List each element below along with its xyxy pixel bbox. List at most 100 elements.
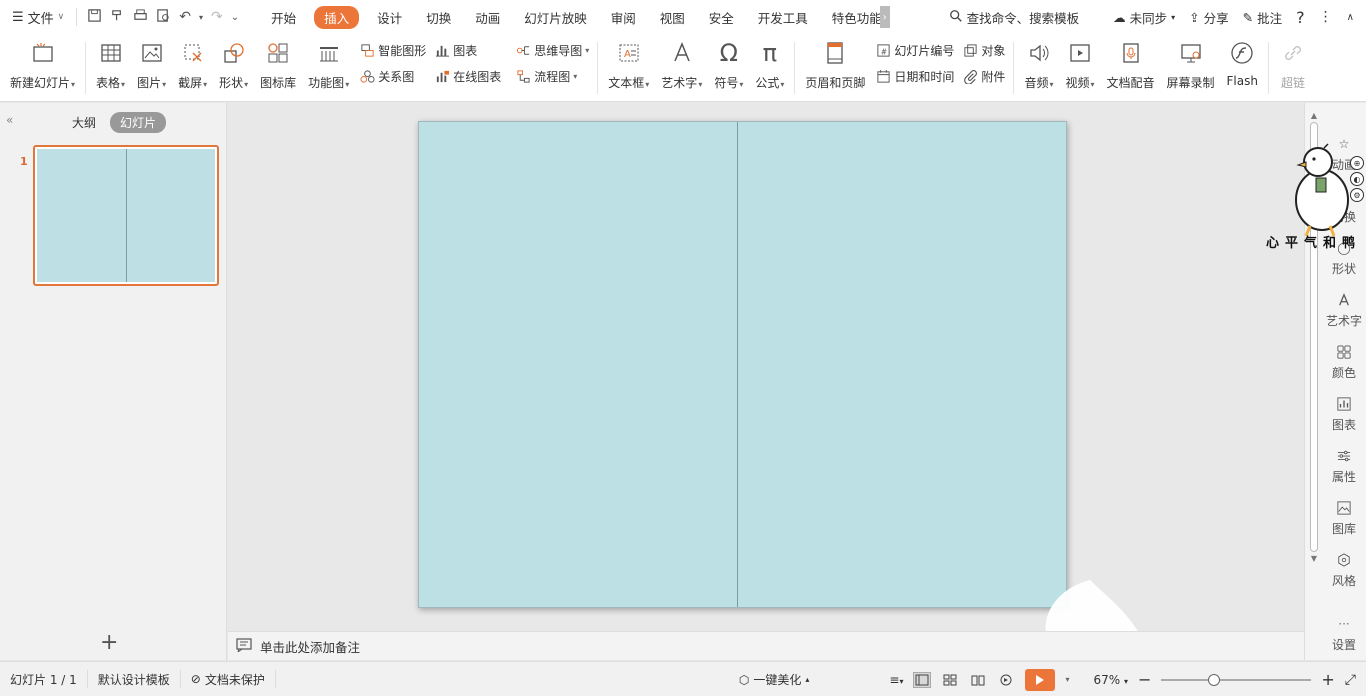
zoom-level[interactable]: 67% ▾ bbox=[1093, 673, 1128, 687]
presenter-view-icon[interactable] bbox=[997, 672, 1015, 688]
textbox-button[interactable]: A 文本框▾ bbox=[602, 38, 655, 98]
slide[interactable] bbox=[418, 121, 1067, 608]
gear-icon[interactable]: ⚙ bbox=[1350, 188, 1364, 202]
table-button[interactable]: 表格▾ bbox=[90, 38, 131, 98]
pane-settings[interactable]: ··· 设置 bbox=[1321, 615, 1366, 653]
video-label: 视频 bbox=[1065, 76, 1090, 90]
notes-bar[interactable]: 单击此处添加备注 bbox=[228, 631, 1304, 660]
slide-divider-line[interactable] bbox=[737, 122, 738, 607]
slide-number-button[interactable]: # 幻灯片编号 bbox=[875, 42, 954, 58]
print-icon[interactable] bbox=[133, 8, 148, 27]
document-protection[interactable]: ⊘ 文档未保护 bbox=[181, 670, 276, 688]
tab-features[interactable]: 特色功能 bbox=[820, 6, 880, 29]
relation-chart-button[interactable]: 关系图 bbox=[359, 68, 426, 84]
wordart-button[interactable]: 艺术字▾ bbox=[655, 38, 708, 98]
play-slideshow-button[interactable] bbox=[1025, 668, 1056, 691]
tab-developer[interactable]: 开发工具 bbox=[746, 6, 820, 29]
tab-design[interactable]: 设计 bbox=[365, 6, 414, 29]
reading-view-icon[interactable] bbox=[969, 672, 987, 688]
design-template[interactable]: 默认设计模板 bbox=[88, 670, 181, 688]
file-menu[interactable]: ☰ 文件 ∨ bbox=[0, 0, 72, 34]
shape-label: 形状 bbox=[219, 76, 244, 90]
quick-access-toolbar: ↶ ▾ ↷ ⌄ bbox=[81, 8, 245, 27]
symbol-button[interactable]: Ω 符号▾ bbox=[708, 38, 749, 98]
doc-dubbing-button[interactable]: 文档配音 bbox=[1101, 38, 1161, 98]
tab-outline[interactable]: 大纲 bbox=[62, 112, 106, 133]
tab-slides[interactable]: 幻灯片 bbox=[110, 111, 167, 133]
icon-library-button[interactable]: 图标库 bbox=[254, 38, 302, 98]
new-slide-button[interactable]: 新建幻灯片▾ bbox=[0, 38, 81, 98]
pane-style[interactable]: 风格 bbox=[1321, 551, 1366, 589]
formula-button[interactable]: π 公式▾ bbox=[749, 38, 790, 98]
redo-icon[interactable]: ↷ bbox=[211, 9, 223, 25]
zoom-in-icon[interactable]: ⊕ bbox=[1350, 156, 1364, 170]
tab-animation[interactable]: 动画 bbox=[463, 6, 512, 29]
slide-thumbnail[interactable] bbox=[33, 145, 219, 286]
half-circle-icon[interactable]: ◐ bbox=[1350, 172, 1364, 186]
tab-review[interactable]: 审阅 bbox=[599, 6, 648, 29]
tabs-scroll-right-icon[interactable]: › bbox=[879, 6, 890, 28]
tab-home[interactable]: 开始 bbox=[259, 6, 308, 29]
format-painter-icon[interactable] bbox=[110, 8, 125, 27]
pane-properties[interactable]: 属性 bbox=[1321, 447, 1366, 485]
beautify-button[interactable]: ⬡ 一键美化 ▴ bbox=[739, 671, 810, 688]
smart-art-icon bbox=[359, 42, 375, 58]
tab-slideshow[interactable]: 幻灯片放映 bbox=[512, 6, 599, 29]
shape-button[interactable]: 形状▾ bbox=[213, 38, 254, 98]
chevron-down-icon: ∨ bbox=[57, 12, 65, 22]
date-time-button[interactable]: 日期和时间 bbox=[875, 68, 954, 84]
scroll-up-icon[interactable]: ▲ bbox=[1308, 111, 1320, 120]
normal-view-icon[interactable] bbox=[913, 671, 932, 688]
pane-wordart[interactable]: 艺术字 bbox=[1321, 291, 1366, 329]
mind-map-button[interactable]: 思维导图 ▾ bbox=[515, 42, 589, 58]
customize-icon[interactable]: ⌄ bbox=[231, 12, 239, 23]
zoom-in-icon[interactable]: + bbox=[1321, 670, 1334, 689]
screen-record-button[interactable]: 屏幕录制 bbox=[1161, 38, 1221, 98]
tab-insert[interactable]: 插入 bbox=[314, 5, 360, 29]
table-icon bbox=[98, 40, 124, 66]
tab-security[interactable]: 安全 bbox=[697, 6, 746, 29]
zoom-out-icon[interactable]: − bbox=[1138, 670, 1151, 689]
fit-window-icon[interactable]: ⤢ bbox=[1345, 672, 1356, 688]
sync-status[interactable]: ☁ 未同步 ▾ bbox=[1113, 8, 1175, 27]
audio-button[interactable]: 音频▾ bbox=[1018, 38, 1059, 98]
comment-button[interactable]: ✎ 批注 bbox=[1243, 8, 1283, 27]
add-slide-icon[interactable]: + bbox=[100, 630, 118, 655]
tab-transition[interactable]: 切换 bbox=[414, 6, 463, 29]
zoom-slider[interactable] bbox=[1161, 673, 1312, 686]
search-commands[interactable]: 查找命令、搜索模板 bbox=[949, 8, 1079, 27]
chevron-down-icon[interactable]: ▾ bbox=[1065, 675, 1069, 684]
chart-button[interactable]: 图表 bbox=[434, 42, 501, 58]
undo-icon[interactable]: ↶ bbox=[179, 9, 191, 25]
help-button[interactable]: ? bbox=[1296, 8, 1305, 27]
pane-chart[interactable]: 图表 bbox=[1321, 395, 1366, 433]
share-button[interactable]: ⇪ 分享 bbox=[1189, 8, 1229, 27]
chevron-down-icon[interactable]: ▾ bbox=[199, 13, 203, 22]
new-slide-icon bbox=[30, 40, 56, 66]
more-options-icon[interactable]: ⋮ bbox=[1319, 9, 1333, 25]
scroll-down-icon[interactable]: ▼ bbox=[1308, 554, 1320, 563]
collapse-ribbon-icon[interactable]: ∧ bbox=[1347, 12, 1354, 23]
header-footer-button[interactable]: 页眉和页脚 bbox=[799, 38, 871, 98]
notes-toggle-icon[interactable]: ≡▾ bbox=[889, 673, 903, 687]
attachment-button[interactable]: 附件 bbox=[962, 68, 1005, 84]
flash-button[interactable]: Flash bbox=[1221, 38, 1264, 98]
zoom-slider-knob[interactable] bbox=[1208, 673, 1221, 686]
flowchart-button[interactable]: 流程图 ▾ bbox=[515, 68, 589, 84]
screenshot-button[interactable]: 截屏▾ bbox=[172, 38, 213, 98]
function-chart-button[interactable]: 功能图▾ bbox=[302, 38, 355, 98]
pane-gallery[interactable]: 图库 bbox=[1321, 499, 1366, 537]
tab-view[interactable]: 视图 bbox=[648, 6, 697, 29]
picture-button[interactable]: 图片▾ bbox=[131, 38, 172, 98]
mind-map-label: 思维导图 bbox=[534, 43, 583, 58]
hyperlink-button[interactable]: 超链 bbox=[1273, 38, 1313, 98]
print-preview-icon[interactable] bbox=[156, 8, 171, 27]
slide-sorter-icon[interactable] bbox=[941, 672, 959, 688]
save-icon[interactable] bbox=[87, 8, 102, 27]
video-button[interactable]: 视频▾ bbox=[1059, 38, 1100, 98]
online-chart-button[interactable]: 在线图表 bbox=[434, 68, 501, 84]
pane-color[interactable]: 颜色 bbox=[1321, 343, 1366, 381]
chart-group: 图表 在线图表 bbox=[430, 40, 505, 86]
smart-art-button[interactable]: 智能图形 bbox=[359, 42, 426, 58]
object-button[interactable]: 对象 bbox=[962, 42, 1005, 58]
